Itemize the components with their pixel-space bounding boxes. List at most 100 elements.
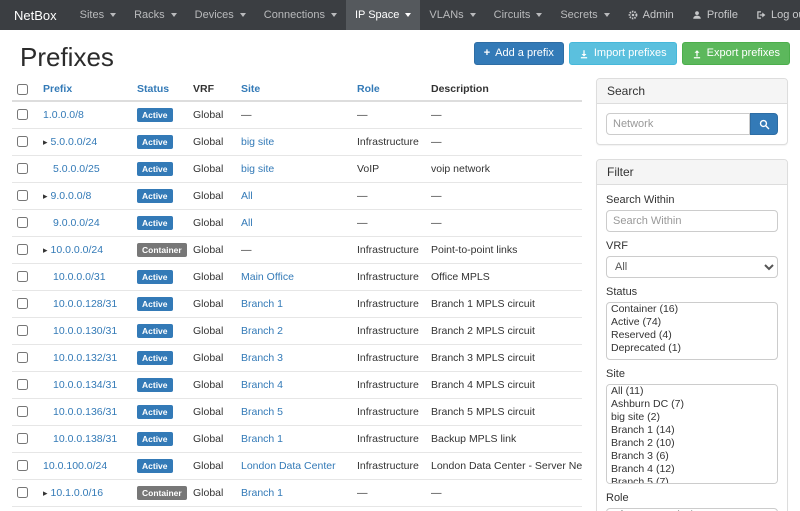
- sort-status-header[interactable]: Status: [137, 83, 169, 95]
- export-prefixes-button[interactable]: Export prefixes: [682, 42, 790, 65]
- row-checkbox[interactable]: [17, 136, 28, 147]
- filter-option[interactable]: All (11): [607, 385, 777, 398]
- search-input[interactable]: [606, 113, 750, 135]
- prefix-link[interactable]: 10.0.0.130/31: [53, 325, 117, 337]
- vrf-header: VRF: [188, 78, 236, 101]
- site-link[interactable]: Branch 2: [241, 325, 283, 337]
- prefix-link[interactable]: 5.0.0.0/25: [53, 163, 100, 175]
- row-checkbox[interactable]: [17, 487, 28, 498]
- prefix-link[interactable]: 5.0.0.0/24: [51, 136, 98, 148]
- site-cell: Branch 1: [236, 426, 352, 453]
- row-checkbox[interactable]: [17, 244, 28, 255]
- sort-site-header[interactable]: Site: [241, 83, 260, 95]
- nav-profile[interactable]: Profile: [683, 0, 747, 30]
- expand-toggle-icon[interactable]: ▸: [43, 488, 48, 498]
- site-link[interactable]: Branch 3: [241, 352, 283, 364]
- row-checkbox[interactable]: [17, 298, 28, 309]
- prefix-link[interactable]: 10.0.0.136/31: [53, 406, 117, 418]
- site-link[interactable]: Main Office: [241, 271, 294, 283]
- filter-option[interactable]: Ashburn DC (7): [607, 398, 777, 411]
- site-link[interactable]: All: [241, 190, 253, 202]
- expand-toggle-icon[interactable]: ▸: [43, 191, 48, 201]
- nav-vlans[interactable]: VLANs: [420, 0, 484, 30]
- filter-option[interactable]: Deprecated (1): [607, 342, 777, 355]
- nav-ip-space[interactable]: IP Space: [346, 0, 420, 30]
- nav-secrets[interactable]: Secrets: [551, 0, 618, 30]
- table-row: ▸10.0.0.0/24ContainerGlobal—Infrastructu…: [12, 237, 582, 264]
- role-cell: —: [352, 210, 426, 237]
- site-cell: Branch 1: [236, 291, 352, 318]
- row-checkbox[interactable]: [17, 379, 28, 390]
- button-label: Export prefixes: [707, 47, 780, 60]
- vrf-cell: Global: [188, 291, 236, 318]
- add-prefix-button[interactable]: + Add a prefix: [474, 42, 564, 65]
- filter-option[interactable]: Branch 5 (7): [607, 476, 777, 484]
- prefix-link[interactable]: 10.0.0.132/31: [53, 352, 117, 364]
- nav-logout[interactable]: Log out: [747, 0, 800, 30]
- description-cell: —: [426, 210, 582, 237]
- filter-option[interactable]: big site (2): [607, 411, 777, 424]
- site-cell: —: [236, 237, 352, 264]
- filter-option[interactable]: Branch 1 (14): [607, 424, 777, 437]
- row-checkbox[interactable]: [17, 163, 28, 174]
- search-button[interactable]: [750, 113, 778, 135]
- prefix-link[interactable]: 10.0.0.0/31: [53, 271, 106, 283]
- nav-connections[interactable]: Connections: [255, 0, 346, 30]
- filter-option[interactable]: Reserved (4): [607, 329, 777, 342]
- prefix-link[interactable]: 10.0.0.138/31: [53, 433, 117, 445]
- import-prefixes-button[interactable]: Import prefixes: [569, 42, 677, 65]
- row-checkbox[interactable]: [17, 109, 28, 120]
- filter-option[interactable]: Branch 4 (12): [607, 463, 777, 476]
- row-checkbox[interactable]: [17, 406, 28, 417]
- row-checkbox[interactable]: [17, 352, 28, 363]
- site-link[interactable]: Branch 1: [241, 487, 283, 499]
- prefix-link[interactable]: 10.0.0.128/31: [53, 298, 117, 310]
- filter-option[interactable]: Branch 3 (6): [607, 450, 777, 463]
- prefix-link[interactable]: 9.0.0.0/24: [53, 217, 100, 229]
- nav-racks[interactable]: Racks: [125, 0, 186, 30]
- site-link[interactable]: Branch 4: [241, 379, 283, 391]
- nav-sites[interactable]: Sites: [71, 0, 125, 30]
- row-checkbox[interactable]: [17, 217, 28, 228]
- table-row: ▸9.0.0.0/8ActiveGlobalAll——: [12, 183, 582, 210]
- sort-role-header[interactable]: Role: [357, 83, 380, 95]
- select-all-checkbox[interactable]: [17, 84, 28, 95]
- filter-option[interactable]: Container (16): [607, 303, 777, 316]
- row-checkbox[interactable]: [17, 271, 28, 282]
- prefix-link[interactable]: 10.0.0.134/31: [53, 379, 117, 391]
- prefix-link[interactable]: 10.0.0.0/24: [51, 244, 104, 256]
- sort-prefix-header[interactable]: Prefix: [43, 83, 72, 95]
- app-logo[interactable]: NetBox: [0, 0, 71, 30]
- status-badge: Active: [137, 162, 173, 176]
- nav-devices[interactable]: Devices: [186, 0, 255, 30]
- nav-admin[interactable]: Admin: [619, 0, 683, 30]
- row-checkbox[interactable]: [17, 460, 28, 471]
- filter-option[interactable]: Active (74): [607, 316, 777, 329]
- site-cell: Branch 1: [236, 507, 352, 511]
- prefix-link[interactable]: 10.1.0.0/16: [51, 487, 104, 499]
- site-link[interactable]: London Data Center: [241, 460, 336, 472]
- site-listbox[interactable]: All (11)Ashburn DC (7)big site (2)Branch…: [606, 384, 778, 484]
- site-cell: Branch 1: [236, 480, 352, 507]
- site-link[interactable]: big site: [241, 163, 274, 175]
- status-listbox[interactable]: Container (16)Active (74)Reserved (4)Dep…: [606, 302, 778, 360]
- prefix-link[interactable]: 10.0.100.0/24: [43, 460, 107, 472]
- expand-toggle-icon[interactable]: ▸: [43, 245, 48, 255]
- row-checkbox[interactable]: [17, 433, 28, 444]
- site-link[interactable]: Branch 1: [241, 433, 283, 445]
- site-link[interactable]: Branch 1: [241, 298, 283, 310]
- site-link[interactable]: Branch 5: [241, 406, 283, 418]
- prefix-link[interactable]: 9.0.0.0/8: [51, 190, 92, 202]
- site-link[interactable]: big site: [241, 136, 274, 148]
- vrf-cell: Global: [188, 264, 236, 291]
- site-link[interactable]: All: [241, 217, 253, 229]
- expand-toggle-icon[interactable]: ▸: [43, 137, 48, 147]
- row-checkbox[interactable]: [17, 190, 28, 201]
- vrf-select[interactable]: All: [606, 256, 778, 278]
- nav-circuits[interactable]: Circuits: [485, 0, 552, 30]
- table-row: 1.0.0.0/8ActiveGlobal———: [12, 101, 582, 129]
- search-within-input[interactable]: [606, 210, 778, 232]
- prefix-link[interactable]: 1.0.0.0/8: [43, 109, 84, 121]
- row-checkbox[interactable]: [17, 325, 28, 336]
- filter-option[interactable]: Branch 2 (10): [607, 437, 777, 450]
